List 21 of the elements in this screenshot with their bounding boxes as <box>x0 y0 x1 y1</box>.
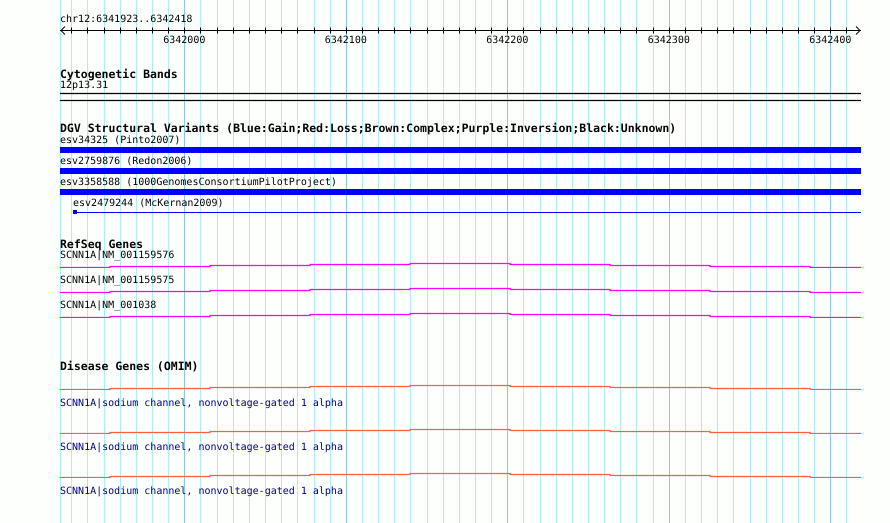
tick-label: 6342400 <box>809 35 852 47</box>
band-label: 12p13.31 <box>60 80 108 92</box>
variant-label: esv2479244 (McKernan2009) <box>73 198 224 209</box>
track-title: Disease Genes (OMIM) <box>60 360 198 372</box>
disease-gene-label: SCNN1A|sodium channel, nonvoltage-gated 1 alpha <box>60 398 343 410</box>
location-label: chr12:6341923..6342418 <box>60 13 192 26</box>
gene-label: SCNN1A|NM_001159575 <box>60 275 174 287</box>
tick-label: 6342100 <box>324 35 367 47</box>
gene-label: SCNN1A|NM_001038 <box>60 300 156 312</box>
variant-label: esv3358588 (1000GenomesConsortiumPilotProject) <box>60 177 337 188</box>
tick-label: 6342000 <box>163 35 206 47</box>
track-title: Cytogenetic Bands <box>60 68 178 80</box>
track-title: DGV Structural Variants (Blue:Gain;Red:Loss;Brown:Complex;Purple:Inversion;Black:Unknown) <box>60 122 676 134</box>
variant-label: esv34325 (Pinto2007) <box>60 135 180 146</box>
gene-label: SCNN1A|NM_001159576 <box>60 250 174 262</box>
tick-label: 6342200 <box>486 35 528 47</box>
disease-gene-label: SCNN1A|sodium channel, nonvoltage-gated 1 alpha <box>60 442 343 454</box>
track-title: RefSeq Genes <box>60 238 144 250</box>
variant-label: esv2759876 (Redon2006) <box>60 156 192 167</box>
tick-label: 6342300 <box>648 35 690 47</box>
disease-gene-label: SCNN1A|sodium channel, nonvoltage-gated 1 alpha <box>60 486 343 498</box>
